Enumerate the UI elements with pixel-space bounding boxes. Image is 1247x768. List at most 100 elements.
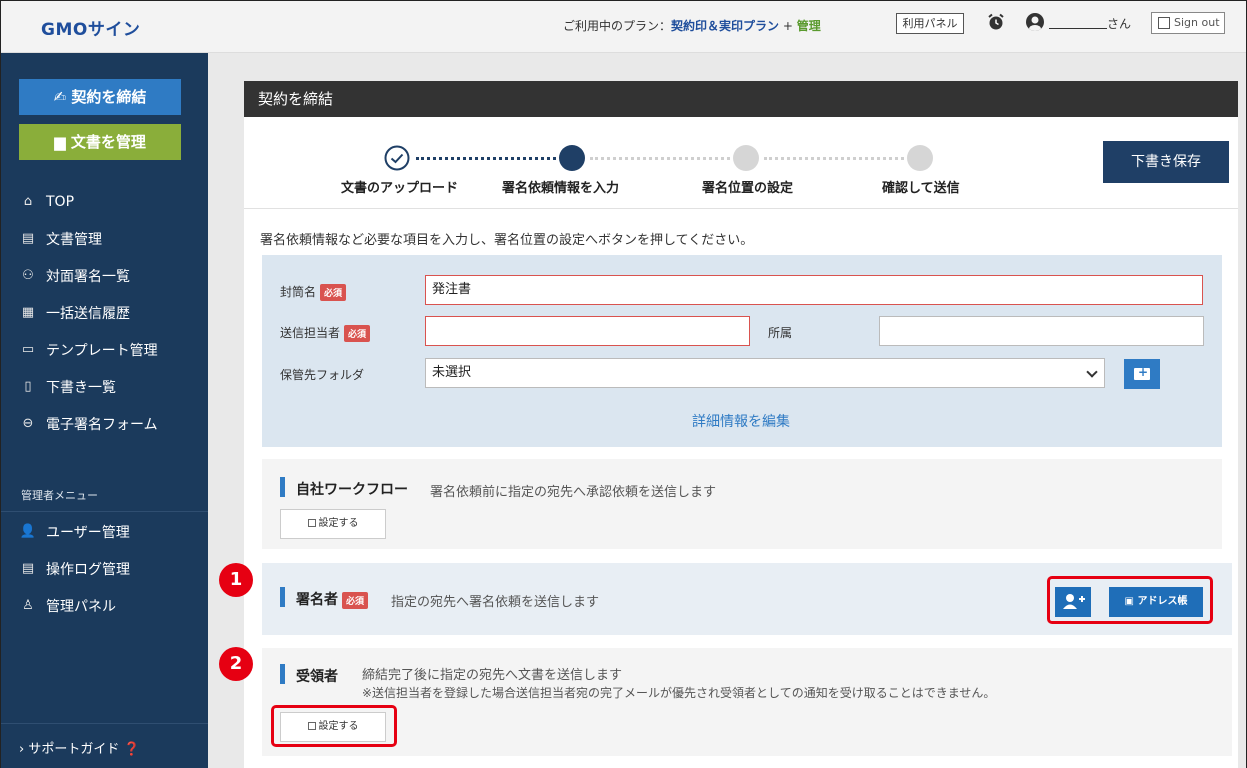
signer-title-text: 署名者 xyxy=(296,592,338,608)
sidebar: ✍ 契約を締結 ▆ 文書を管理 ⌂ TOP ▤ 文書管理 ⚇ 対面署名一覧 ▦ 一括送信… xyxy=(1,53,208,768)
plan-admin: 管理 xyxy=(796,19,821,33)
sidebar-item-label: 操作ログ管理 xyxy=(46,561,130,578)
section-marker xyxy=(280,477,285,497)
highlight-frame-receiver-button xyxy=(271,705,397,747)
help-circle-icon: ❓ xyxy=(119,742,140,757)
manage-documents-button[interactable]: ▆ 文書を管理 xyxy=(19,124,181,160)
plan-plus: + xyxy=(779,19,797,33)
sidebar-item-label: 対面署名一覧 xyxy=(46,268,130,285)
required-badge: 必須 xyxy=(320,284,347,301)
user-icon: 👤 xyxy=(19,524,37,539)
signer-title: 署名者 必須 xyxy=(296,589,369,609)
required-badge: 必須 xyxy=(344,325,371,342)
document-icon: ▤ xyxy=(21,231,35,246)
top-header: GMOサイン ご利用中のプラン：契約印＆実印プラン + 管理 利用パネル さん … xyxy=(1,1,1246,53)
step-connector xyxy=(764,157,904,160)
bulk-send-icon: ▦ xyxy=(21,305,35,320)
step-current-dot xyxy=(559,145,585,171)
sidebar-item-label: TOP xyxy=(46,193,75,210)
sidebar-item-admin-panel[interactable]: ♙ 管理パネル xyxy=(1,587,208,624)
sidebar-item-documents[interactable]: ▤ 文書管理 xyxy=(1,220,208,257)
log-icon: ▤ xyxy=(21,561,35,576)
current-plan: ご利用中のプラン：契約印＆実印プラン + 管理 xyxy=(563,17,821,34)
receiver-title: 受領者 xyxy=(296,669,338,685)
workflow-settings-button[interactable]: 設定する xyxy=(280,509,386,539)
request-info-form: 封筒名必須 発注書 送信担当者必須 所属 保管先フォルダ 未選択 詳細情報を編集 xyxy=(262,255,1222,447)
signer-description: 指定の宛先へ署名依頼を送信します xyxy=(391,595,600,610)
sidebar-item-drafts[interactable]: ▯ 下書き一覧 xyxy=(1,368,208,405)
step-label-request-info: 署名依頼情報を入力 xyxy=(502,181,620,196)
link-icon: ⊖ xyxy=(22,416,34,431)
receiver-section-inner: 受領者 締結完了後に指定の宛先へ文書を送信します ※送信担当者を登録した場合送信… xyxy=(262,648,1232,756)
usage-panel-button[interactable]: 利用パネル xyxy=(896,13,964,34)
sidebar-item-label: 一括送信履歴 xyxy=(46,305,130,322)
workflow-description: 署名依頼前に指定の宛先へ承認依頼を送信します xyxy=(430,485,717,500)
progress-steps: 文書のアップロード 署名依頼情報を入力 署名位置の設定 確認して送信 下書き保存 xyxy=(244,117,1238,209)
sender-input[interactable] xyxy=(425,316,750,346)
required-badge: 必須 xyxy=(342,591,369,609)
step-label-upload: 文書のアップロード xyxy=(341,181,459,196)
storage-folder-label: 保管先フォルダ xyxy=(280,368,365,382)
sidebar-item-label: 文書管理 xyxy=(46,231,102,248)
support-guide-link[interactable]: › サポートガイド ❓ xyxy=(19,738,140,757)
storage-folder-select[interactable]: 未選択 xyxy=(425,358,1105,388)
storage-folder-value: 未選択 xyxy=(432,365,472,380)
step-connector xyxy=(590,157,730,160)
sidebar-item-e-sign-form[interactable]: ⊖ 電子署名フォーム xyxy=(1,405,208,442)
checkbox-icon xyxy=(307,519,316,527)
sidebar-item-label: 管理パネル xyxy=(46,598,116,615)
alarm-clock-icon[interactable] xyxy=(987,13,1005,31)
affiliation-label: 所属 xyxy=(768,326,793,340)
save-draft-button[interactable]: 下書き保存 xyxy=(1103,141,1229,183)
step-label-confirm-send: 確認して送信 xyxy=(882,181,960,196)
sender-label: 送信担当者 必須 xyxy=(280,324,371,342)
admin-nav: 👤 ユーザー管理 ▤ 操作ログ管理 ♙ 管理パネル xyxy=(1,513,208,624)
manage-button-label: 文書を管理 xyxy=(70,133,146,151)
sidebar-item-face-to-face[interactable]: ⚇ 対面署名一覧 xyxy=(1,257,208,294)
annotation-badge-1: 1 xyxy=(219,563,253,597)
support-guide-label: サポートガイド xyxy=(28,742,120,757)
home-icon: ⌂ xyxy=(23,194,33,209)
sidebar-item-templates[interactable]: ▭ テンプレート管理 xyxy=(1,331,208,368)
workflow-section: 自社ワークフロー 署名依頼前に指定の宛先へ承認依頼を送信します 設定する xyxy=(262,459,1222,549)
affiliation-input[interactable] xyxy=(879,316,1204,346)
workflow-settings-label: 設定する xyxy=(318,518,359,529)
sidebar-item-users[interactable]: 👤 ユーザー管理 xyxy=(1,513,208,550)
receiver-description: 締結完了後に指定の宛先へ文書を送信します xyxy=(362,668,623,683)
envelope-name-input[interactable]: 発注書 xyxy=(425,275,1203,305)
highlight-frame-signer-buttons xyxy=(1047,576,1213,624)
user-name-suffix: さん xyxy=(1107,17,1132,31)
receiver-note: ※送信担当者を登録した場合送信担当者宛の完了メールが優先され受領者としての通知を… xyxy=(362,686,996,700)
user-avatar-icon[interactable] xyxy=(1026,13,1044,31)
step-label-signature-position: 署名位置の設定 xyxy=(702,181,794,196)
workflow-title: 自社ワークフロー xyxy=(296,482,408,498)
add-folder-button[interactable] xyxy=(1124,359,1160,389)
admin-panel-icon: ♙ xyxy=(22,598,34,613)
chevron-down-icon xyxy=(1086,366,1098,378)
step-todo-dot xyxy=(733,145,759,171)
step-todo-dot xyxy=(907,145,933,171)
edit-details-link[interactable]: 詳細情報を編集 xyxy=(692,411,790,431)
sign-out-button[interactable]: Sign out xyxy=(1151,12,1225,34)
sidebar-item-label: テンプレート管理 xyxy=(46,342,158,359)
plan-name: 契約印＆実印プラン xyxy=(671,19,780,33)
section-marker xyxy=(280,587,285,607)
folder-plus-icon xyxy=(1134,365,1150,380)
instruction-text: 署名依頼情報など必要な項目を入力し、署名位置の設定へボタンを押してください。 xyxy=(260,233,754,248)
sidebar-item-logs[interactable]: ▤ 操作ログ管理 xyxy=(1,550,208,587)
chevron-right-icon: › xyxy=(19,742,29,757)
gmo-sign-logo[interactable]: GMOサイン xyxy=(41,15,140,40)
contract-button-label: 契約を締結 xyxy=(71,88,147,106)
sidebar-item-label: ユーザー管理 xyxy=(46,524,130,541)
sidebar-item-bulk-history[interactable]: ▦ 一括送信履歴 xyxy=(1,294,208,331)
contract-button[interactable]: ✍ 契約を締結 xyxy=(19,79,181,115)
template-icon: ▭ xyxy=(21,342,35,357)
sidebar-bottom-divider xyxy=(1,723,208,724)
envelope-name-label: 封筒名 必須 xyxy=(280,283,347,301)
sign-out-icon xyxy=(1158,17,1170,29)
envelope-name-label-text: 封筒名 xyxy=(280,285,317,299)
admin-menu-title: 管理者メニュー xyxy=(21,489,98,502)
annotation-badge-2: 2 xyxy=(219,647,253,681)
sidebar-item-top[interactable]: ⌂ TOP xyxy=(1,183,208,220)
sender-label-text: 送信担当者 xyxy=(280,326,341,340)
